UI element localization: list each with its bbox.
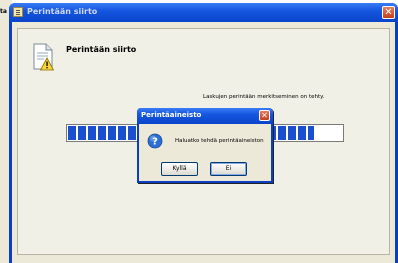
question-icon: ?	[147, 133, 163, 149]
status-text: Laskujen perintään merkitseminen on teht…	[203, 94, 325, 100]
dialog-client-area: ? Haluatko tehdä perintäaineiston Kyllä …	[139, 124, 271, 181]
main-titlebar[interactable]: Perintään siirto ✕	[9, 3, 398, 22]
close-button[interactable]: ✕	[382, 6, 395, 19]
document-warning-icon	[33, 43, 54, 71]
no-button[interactable]: Ei	[210, 162, 247, 176]
background-tab-label: ta	[0, 8, 7, 15]
dialog-titlebar[interactable]: Perintäaineisto ✕	[137, 108, 273, 124]
svg-text:?: ?	[152, 137, 158, 148]
window-title: Perintään siirto	[27, 7, 98, 16]
dialog-close-button[interactable]: ✕	[259, 110, 270, 121]
dialog-message: Haluatko tehdä perintäaineiston	[175, 138, 264, 144]
dialog-title: Perintäaineisto	[141, 111, 202, 119]
confirm-dialog: Perintäaineisto ✕ ? Haluatko tehdä perin…	[137, 108, 273, 183]
document-icon	[13, 7, 23, 17]
header-title: Perintään siirto	[66, 45, 137, 54]
yes-button[interactable]: Kyllä	[161, 162, 198, 176]
